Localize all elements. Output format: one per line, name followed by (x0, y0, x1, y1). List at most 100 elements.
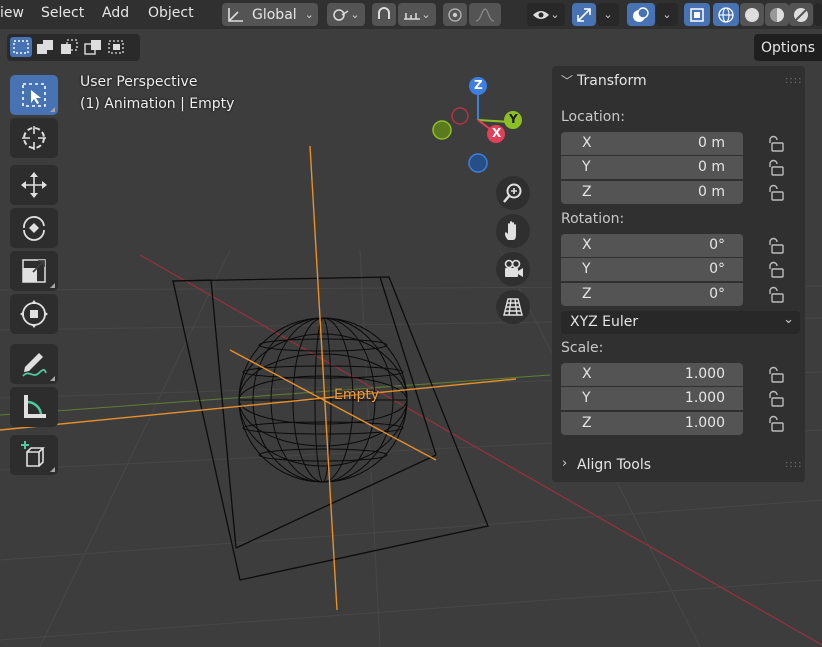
perspective-toggle-button[interactable] (496, 290, 530, 324)
lock-location-x-icon[interactable] (766, 135, 786, 153)
menu-view[interactable]: iew (0, 5, 24, 21)
proportional-edit-icon (448, 7, 462, 22)
location-label: Location: (561, 109, 625, 125)
shading-rendered[interactable] (789, 3, 813, 26)
orientation-icon (228, 7, 243, 22)
visibility-dropdown[interactable]: ⌄ (527, 3, 565, 26)
scale-y-field[interactable]: Y 1.000 (561, 387, 743, 410)
gizmo-z-label[interactable]: Z (474, 78, 483, 92)
proportional-edit-toggle[interactable] (443, 3, 467, 26)
overlays-dropdown[interactable]: ⌄ (656, 3, 678, 26)
transform-panel-title[interactable]: Transform (577, 73, 647, 89)
gizmo-x-label[interactable]: X (492, 126, 501, 140)
chevron-down-icon: ⌄ (421, 8, 431, 21)
zoom-button[interactable] (496, 176, 530, 210)
field-value: 0° (709, 261, 725, 277)
menu-add[interactable]: Add (102, 5, 129, 21)
tool-cursor[interactable] (10, 118, 58, 158)
tool-add-cube[interactable] (10, 435, 58, 475)
location-x-field[interactable]: X 0 m (561, 132, 743, 155)
tool-scale[interactable] (10, 251, 58, 291)
location-z-field[interactable]: Z 0 m (561, 181, 743, 204)
xray-toggle[interactable] (684, 3, 710, 26)
lock-scale-y-icon[interactable] (766, 390, 786, 408)
field-value: 0° (709, 286, 725, 302)
menu-select[interactable]: Select (41, 5, 84, 21)
select-invert-mode[interactable] (82, 37, 104, 57)
shading-material[interactable] (765, 3, 789, 26)
chevron-down-icon: ⌄ (304, 8, 314, 21)
lock-rotation-x-icon[interactable] (766, 237, 786, 255)
options-button[interactable]: Options (754, 34, 822, 61)
tool-options-indicator (50, 376, 55, 381)
gizmo-toggle[interactable] (572, 3, 596, 26)
material-sphere-icon (770, 7, 784, 22)
camera-icon (504, 259, 523, 277)
rotation-mode-dropdown[interactable]: XYZ Euler ⌄ (561, 311, 800, 334)
transform-icon (20, 300, 48, 328)
gizmo-y-label[interactable]: Y (509, 112, 518, 126)
lock-rotation-y-icon[interactable] (766, 261, 786, 279)
shading-dropdown[interactable] (814, 3, 822, 26)
tool-options-indicator (50, 467, 55, 472)
select-intersect-icon (108, 40, 124, 54)
camera-view-button[interactable] (496, 252, 530, 286)
tool-measure[interactable] (10, 387, 58, 427)
select-new-mode[interactable] (10, 37, 32, 57)
select-intersect-mode[interactable] (106, 37, 128, 57)
snap-toggle[interactable] (372, 3, 396, 26)
pan-button[interactable] (496, 214, 530, 248)
select-subtract-icon (61, 39, 78, 54)
pivot-icon (333, 8, 349, 21)
magnet-icon (378, 6, 390, 19)
snap-target-dropdown[interactable]: ⌄ (398, 3, 436, 26)
axis-label: X (582, 135, 592, 151)
rotation-mode-value: XYZ Euler (570, 314, 639, 330)
select-invert-icon (84, 40, 101, 55)
field-value: 1.000 (684, 366, 725, 382)
active-object-label: (1) Animation | Empty (80, 96, 235, 112)
axis-label: Z (582, 184, 592, 200)
lock-location-y-icon[interactable] (766, 159, 786, 177)
transform-orientation-dropdown[interactable]: Global ⌄ (222, 3, 318, 26)
tool-transform[interactable] (10, 294, 58, 334)
select-subtract-mode[interactable] (58, 37, 80, 57)
lock-scale-z-icon[interactable] (766, 415, 786, 433)
location-y-field[interactable]: Y 0 m (561, 156, 743, 179)
axis-label: Z (582, 286, 592, 302)
menu-object[interactable]: Object (148, 5, 194, 21)
rotation-y-field[interactable]: Y 0° (561, 258, 743, 281)
tool-annotate[interactable] (10, 344, 58, 384)
rotation-x-field[interactable]: X 0° (561, 234, 743, 257)
shading-wireframe[interactable] (713, 3, 739, 26)
viewport-header: iew Select Add Object Global ⌄ ⌄ ⌄ ⌄ ⌄ ⌄ (0, 0, 822, 29)
tool-move[interactable] (10, 165, 58, 205)
select-extend-mode[interactable] (34, 37, 56, 57)
scale-z-field[interactable]: Z 1.000 (561, 412, 743, 435)
overlays-icon (633, 6, 649, 22)
falloff-dropdown[interactable] (469, 3, 501, 26)
drag-grip-icon[interactable]: :::: (785, 75, 802, 86)
rendered-sphere-icon (794, 7, 808, 22)
lock-rotation-z-icon[interactable] (766, 286, 786, 304)
shading-solid[interactable] (740, 3, 764, 26)
tool-rotate[interactable] (10, 208, 58, 248)
rotation-z-field[interactable]: Z 0° (561, 283, 743, 306)
chevron-down-icon: ⌄ (603, 8, 613, 21)
lock-location-z-icon[interactable] (766, 184, 786, 202)
measure-ruler-icon (24, 395, 46, 418)
scale-x-field[interactable]: X 1.000 (561, 363, 743, 386)
chevron-down-icon[interactable]: ﹀ (561, 72, 573, 89)
gizmo-arrows-icon (577, 7, 591, 22)
drag-grip-icon[interactable]: :::: (785, 459, 802, 470)
snap-increment-icon (404, 12, 421, 20)
pivot-point-dropdown[interactable]: ⌄ (327, 3, 365, 26)
lock-scale-x-icon[interactable] (766, 366, 786, 384)
overlays-toggle[interactable] (627, 3, 655, 26)
chevron-right-icon[interactable]: › (562, 456, 567, 471)
align-tools-title[interactable]: Align Tools (577, 457, 651, 473)
select-extend-icon (37, 40, 53, 54)
tool-select-box[interactable] (10, 75, 58, 115)
scale-icon (22, 259, 46, 283)
gizmo-dropdown[interactable]: ⌄ (597, 3, 619, 26)
